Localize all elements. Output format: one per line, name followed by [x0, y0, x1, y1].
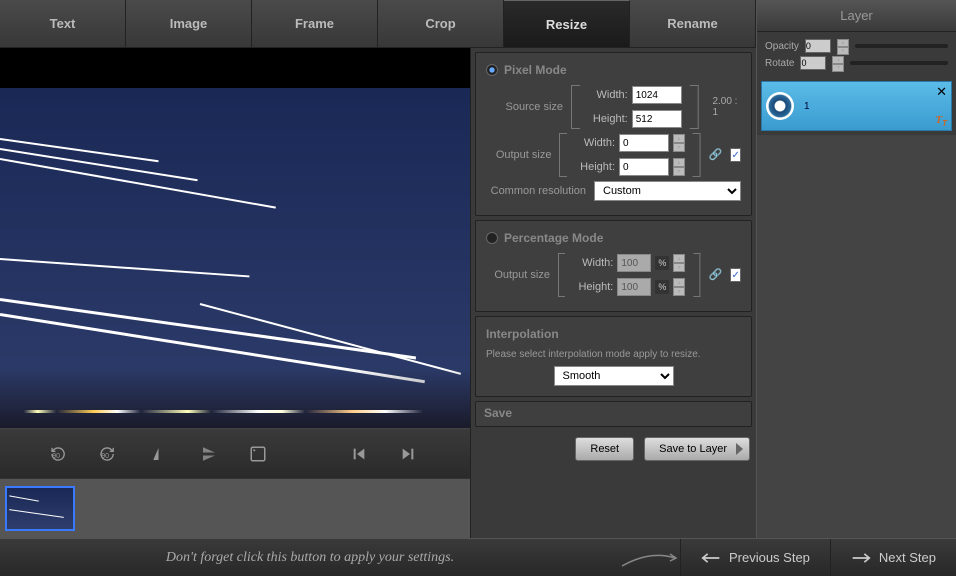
pct-width-input[interactable]	[617, 254, 651, 272]
source-size-label: Source size	[486, 101, 563, 113]
thumbnail-1[interactable]	[5, 486, 75, 531]
thumbnail-strip	[0, 478, 470, 538]
interpolation-hint: Please select interpolation mode apply t…	[486, 349, 741, 360]
out-width-label: Width:	[575, 137, 615, 149]
tab-frame[interactable]: Frame	[252, 0, 378, 47]
rotate-slider[interactable]	[850, 61, 948, 65]
common-res-label: Common resolution	[486, 185, 586, 197]
preview-column: 90 90	[0, 48, 470, 576]
tab-text[interactable]: Text	[0, 0, 126, 47]
pct-width-spinner[interactable]: ▲▼	[673, 254, 685, 272]
save-to-layer-button[interactable]: Save to Layer	[644, 437, 750, 461]
rotate-ccw-icon[interactable]: 90	[50, 442, 74, 466]
pixel-mode-section: Pixel Mode Source size Width: Height:	[475, 52, 752, 216]
pct-link-checkbox[interactable]: ✓	[730, 268, 741, 282]
pct-height-unit: %	[655, 280, 669, 294]
pct-output-label: Output size	[486, 269, 550, 281]
link-aspect-checkbox[interactable]: ✓	[730, 148, 741, 162]
aspect-ratio-text: 2.00 : 1	[712, 96, 741, 118]
eye-icon[interactable]	[766, 92, 794, 120]
pct-height-input[interactable]	[617, 278, 651, 296]
out-height-label: Height:	[575, 161, 615, 173]
save-section: Save	[475, 401, 752, 427]
layer-item-1[interactable]: 1 ✕ TT	[761, 81, 952, 131]
interpolation-section: Interpolation Please select interpolatio…	[475, 316, 752, 397]
reset-button[interactable]: Reset	[575, 437, 634, 461]
src-height-input[interactable]	[632, 110, 682, 128]
common-resolution-select[interactable]: Custom	[594, 181, 741, 201]
top-tabs: Text Image Frame Crop Resize Rename	[0, 0, 756, 48]
layer-panel: Layer Opacity ▲▼ Rotate ▲▼ 1 ✕ TT	[756, 0, 956, 576]
percentage-mode-radio[interactable]	[486, 232, 498, 244]
bottom-bar: Don't forget click this button to apply …	[0, 538, 956, 576]
link-aspect-icon: 🔗	[709, 148, 723, 162]
pct-height-label: Height:	[573, 281, 613, 293]
interpolation-title: Interpolation	[486, 327, 741, 341]
src-width-input[interactable]	[632, 86, 682, 104]
text-type-icon: TT	[935, 114, 947, 128]
pixel-mode-radio[interactable]	[486, 64, 498, 76]
layer-panel-title: Layer	[757, 0, 956, 32]
prev-image-icon[interactable]	[347, 442, 371, 466]
preview-image	[0, 88, 470, 428]
src-height-label: Height:	[588, 113, 628, 125]
percentage-mode-title: Percentage Mode	[504, 231, 603, 245]
src-width-label: Width:	[588, 89, 628, 101]
previous-step-button[interactable]: Previous Step	[680, 539, 830, 576]
next-step-button[interactable]: Next Step	[830, 539, 956, 576]
percentage-mode-section: Percentage Mode Output size Width: % ▲▼	[475, 220, 752, 312]
tab-resize[interactable]: Resize	[504, 0, 630, 47]
layer-1-label: 1	[804, 101, 810, 112]
hint-arrow-icon	[620, 548, 680, 568]
close-icon[interactable]: ✕	[936, 84, 947, 100]
pixel-mode-title: Pixel Mode	[504, 63, 567, 77]
rotate-label: Rotate	[765, 58, 794, 69]
tab-crop[interactable]: Crop	[378, 0, 504, 47]
out-height-spinner[interactable]: ▲▼	[673, 158, 685, 176]
next-image-icon[interactable]	[396, 442, 420, 466]
opacity-slider[interactable]	[855, 44, 948, 48]
out-width-spinner[interactable]: ▲▼	[673, 134, 685, 152]
preview-toolbar: 90 90	[0, 428, 470, 478]
arrow-right-icon	[851, 551, 871, 565]
out-height-input[interactable]	[619, 158, 669, 176]
rotate-spinner[interactable]: ▲▼	[832, 56, 844, 70]
opacity-spinner[interactable]: ▲▼	[837, 39, 849, 53]
out-width-input[interactable]	[619, 134, 669, 152]
fullscreen-icon[interactable]	[246, 442, 270, 466]
interpolation-select[interactable]: Smooth	[554, 366, 674, 386]
flip-vertical-icon[interactable]	[197, 442, 221, 466]
flip-horizontal-icon[interactable]	[148, 442, 172, 466]
opacity-input[interactable]	[805, 39, 831, 53]
pct-height-spinner[interactable]: ▲▼	[673, 278, 685, 296]
pct-width-label: Width:	[573, 257, 613, 269]
rotate-cw-icon[interactable]: 90	[99, 442, 123, 466]
output-size-label: Output size	[486, 149, 551, 161]
rotate-input[interactable]	[800, 56, 826, 70]
tab-rename[interactable]: Rename	[630, 0, 756, 47]
hint-text: Don't forget click this button to apply …	[0, 550, 620, 566]
pct-width-unit: %	[655, 256, 669, 270]
opacity-label: Opacity	[765, 41, 799, 52]
save-title: Save	[484, 406, 743, 420]
pct-link-icon: 🔗	[709, 268, 723, 282]
tab-image[interactable]: Image	[126, 0, 252, 47]
arrow-left-icon	[701, 551, 721, 565]
